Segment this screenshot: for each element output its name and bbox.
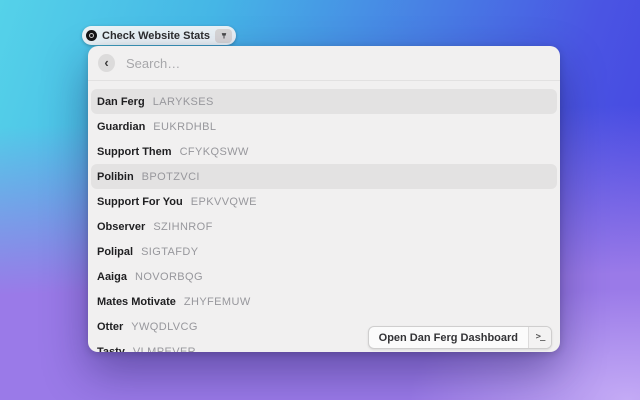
item-name: Aaiga	[97, 270, 127, 283]
item-name: Tasty	[97, 345, 125, 353]
open-dashboard-label: Open Dan Ferg Dashboard	[378, 331, 518, 344]
item-name: Polipal	[97, 245, 134, 258]
item-code: YWQDLVCG	[131, 320, 198, 333]
list-item[interactable]: Support For You EPKVVQWE	[91, 189, 557, 214]
item-name: Guardian	[97, 120, 146, 133]
search-input[interactable]	[124, 54, 550, 72]
item-code: CFYKQSWW	[179, 145, 249, 158]
item-code: ZHYFEMUW	[183, 295, 251, 308]
record-dot-icon	[86, 30, 97, 41]
open-dashboard-button[interactable]: Open Dan Ferg Dashboard >_	[367, 326, 552, 349]
list-item[interactable]: Observer SZIHNROF	[91, 214, 557, 239]
item-code: SZIHNROF	[153, 220, 213, 233]
result-list: Dan Ferg LARYKSES Guardian EUKRDHBL Support …	[88, 81, 560, 352]
list-item[interactable]: Aaiga NOVORBQG	[91, 264, 557, 289]
list-item[interactable]: Dan Ferg LARYKSES	[91, 89, 557, 114]
item-name: Polibin	[97, 170, 134, 183]
pin-icon	[221, 32, 226, 38]
launcher-pill[interactable]: Check Website Stats	[82, 26, 237, 45]
command-palette-window: ‹ Dan Ferg LARYKSES Guardian EUKRDHBL Suppor…	[88, 46, 560, 352]
item-code: SIGTAFDY	[141, 245, 199, 258]
list-item[interactable]: Mates Motivate ZHYFEMUW	[91, 289, 557, 314]
item-code: EUKRDHBL	[153, 120, 217, 133]
item-name: Support Them	[97, 145, 172, 158]
item-name: Observer	[97, 220, 146, 233]
search-bar: ‹	[88, 46, 560, 81]
item-code: NOVORBQG	[134, 270, 203, 283]
item-name: Dan Ferg	[97, 95, 145, 108]
list-item[interactable]: Guardian EUKRDHBL	[91, 114, 557, 139]
chevron-left-icon: ‹	[104, 55, 109, 70]
item-name: Otter	[97, 320, 124, 333]
item-code: BPOTZVCI	[141, 170, 200, 183]
launcher-pill-title: Check Website Stats	[102, 29, 211, 42]
list-item[interactable]: Support Them CFYKQSWW	[91, 139, 557, 164]
item-name: Mates Motivate	[97, 295, 176, 308]
list-item[interactable]: Polibin BPOTZVCI	[91, 164, 557, 189]
list-item[interactable]: Polipal SIGTAFDY	[91, 239, 557, 264]
item-code: LARYKSES	[152, 95, 214, 108]
pin-button[interactable]	[215, 28, 233, 43]
item-code: VLMPEVER	[132, 345, 197, 353]
prompt-shortcut-icon: >_	[528, 327, 551, 348]
item-code: EPKVVQWE	[190, 195, 257, 208]
item-name: Support For You	[97, 195, 183, 208]
back-button[interactable]: ‹	[98, 54, 115, 72]
